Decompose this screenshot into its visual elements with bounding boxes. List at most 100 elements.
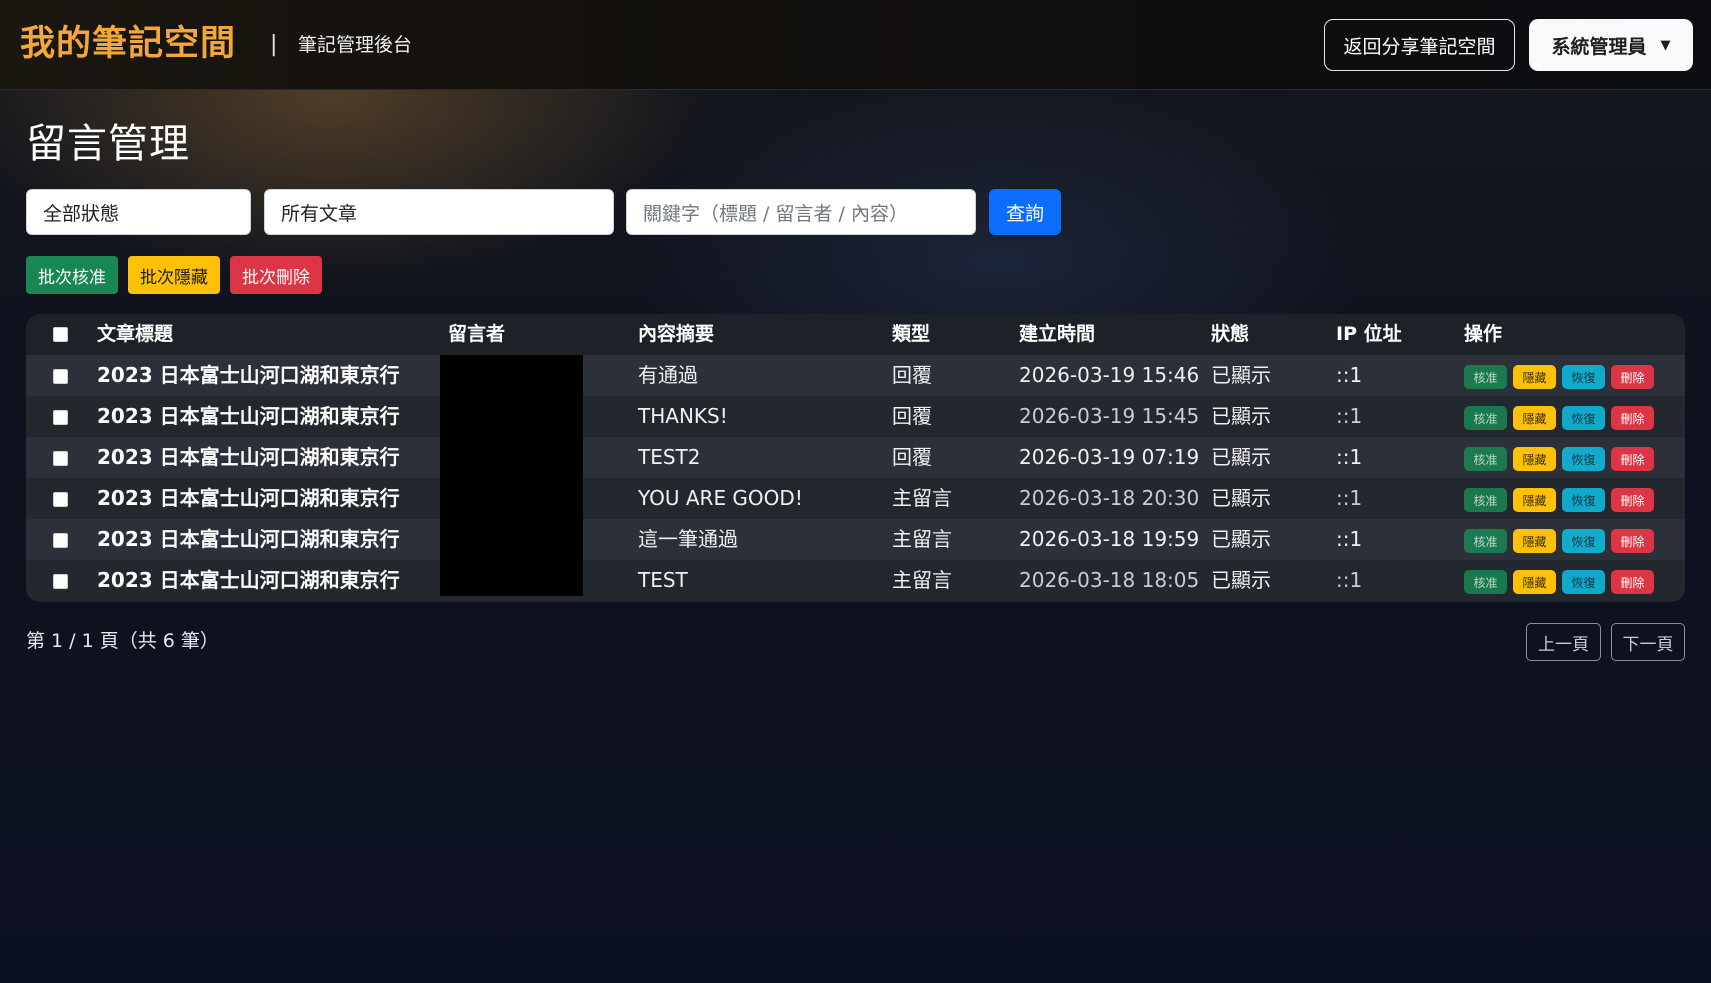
restore-button[interactable]: 恢復 [1562,570,1605,594]
row-status: 已顯示 [1211,445,1271,469]
brand-title[interactable]: 我的筆記空間 [20,22,236,66]
table-row: 2023 日本富士山河口湖和東京行 有通過 回覆 2026-03-19 15:4… [26,355,1685,396]
header-status: 狀態 [1211,323,1250,345]
row-status: 已顯示 [1211,404,1271,428]
header-summary: 內容摘要 [638,323,715,345]
delete-button[interactable]: 刪除 [1611,447,1654,471]
hide-button[interactable]: 隱藏 [1513,529,1556,553]
batch-approve-button[interactable]: 批次核准 [26,256,118,294]
delete-button[interactable]: 刪除 [1611,365,1654,389]
back-to-notes-button[interactable]: 返回分享筆記空間 [1324,19,1515,71]
row-checkbox[interactable] [53,451,68,466]
approve-button[interactable]: 核准 [1464,570,1507,594]
table-row: 2023 日本富士山河口湖和東京行 這一筆通過 主留言 2026-03-18 1… [26,519,1685,560]
row-type: 主留言 [892,486,952,510]
row-status: 已顯示 [1211,363,1271,387]
row-summary: TEST [638,568,688,592]
approve-button[interactable]: 核准 [1464,365,1507,389]
row-title[interactable]: 2023 日本富士山河口湖和東京行 [97,519,400,560]
hide-button[interactable]: 隱藏 [1513,406,1556,430]
row-status: 已顯示 [1211,527,1271,551]
header-ip: IP 位址 [1336,323,1402,345]
row-title[interactable]: 2023 日本富士山河口湖和東京行 [97,478,400,519]
table-row: 2023 日本富士山河口湖和東京行 THANKS! 回覆 2026-03-19 … [26,396,1685,437]
table-row: 2023 日本富士山河口湖和東京行 YOU ARE GOOD! 主留言 2026… [26,478,1685,519]
hide-button[interactable]: 隱藏 [1513,488,1556,512]
hide-button[interactable]: 隱藏 [1513,570,1556,594]
approve-button[interactable]: 核准 [1464,447,1507,471]
row-title[interactable]: 2023 日本富士山河口湖和東京行 [97,560,400,601]
pagination-info: 第 1 / 1 頁（共 6 筆） [26,630,219,652]
hide-button[interactable]: 隱藏 [1513,365,1556,389]
row-created: 2026-03-18 19:59 [1019,527,1200,551]
row-type: 主留言 [892,568,952,592]
header-created: 建立時間 [1019,323,1096,345]
page-title: 留言管理 [26,121,190,167]
query-button[interactable]: 查詢 [989,189,1061,235]
row-summary: 這一筆通過 [638,527,738,551]
delete-button[interactable]: 刪除 [1611,529,1654,553]
article-filter-select[interactable]: 所有文章 [264,189,614,235]
row-checkbox[interactable] [53,533,68,548]
row-type: 主留言 [892,527,952,551]
row-ip: ::1 [1336,363,1363,387]
approve-button[interactable]: 核准 [1464,488,1507,512]
delete-button[interactable]: 刪除 [1611,406,1654,430]
row-type: 回覆 [892,363,932,387]
row-summary: YOU ARE GOOD! [638,486,803,510]
restore-button[interactable]: 恢復 [1562,406,1605,430]
row-summary: 有通過 [638,363,698,387]
row-title[interactable]: 2023 日本富士山河口湖和東京行 [97,355,400,396]
batch-hide-button[interactable]: 批次隱藏 [128,256,220,294]
brand-separator: | [270,32,278,57]
row-created: 2026-03-18 18:05 [1019,568,1200,592]
row-checkbox[interactable] [53,410,68,425]
row-title[interactable]: 2023 日本富士山河口湖和東京行 [97,396,400,437]
row-summary: TEST2 [638,445,701,469]
user-menu-button[interactable]: 系統管理員 ▼ [1529,19,1693,71]
header-type: 類型 [892,323,931,345]
restore-button[interactable]: 恢復 [1562,529,1605,553]
delete-button[interactable]: 刪除 [1611,570,1654,594]
row-title[interactable]: 2023 日本富士山河口湖和東京行 [97,437,400,478]
table-row: 2023 日本富士山河口湖和東京行 TEST2 回覆 2026-03-19 07… [26,437,1685,478]
row-ip: ::1 [1336,486,1363,510]
row-checkbox[interactable] [53,574,68,589]
row-ip: ::1 [1336,527,1363,551]
row-ip: ::1 [1336,445,1363,469]
caret-down-icon: ▼ [1660,37,1671,53]
row-created: 2026-03-19 07:19 [1019,445,1200,469]
top-navbar: 我的筆記空間 | 筆記管理後台 返回分享筆記空間 系統管理員 ▼ [0,0,1711,90]
row-created: 2026-03-18 20:30 [1019,486,1200,510]
row-checkbox[interactable] [53,369,68,384]
row-ip: ::1 [1336,568,1363,592]
select-all-checkbox[interactable] [53,327,68,342]
row-created: 2026-03-19 15:45 [1019,404,1200,428]
delete-button[interactable]: 刪除 [1611,488,1654,512]
user-menu-label: 系統管理員 [1551,35,1647,58]
table-row: 2023 日本富士山河口湖和東京行 TEST 主留言 2026-03-18 18… [26,560,1685,601]
header-actions: 操作 [1464,323,1503,345]
brand-subtitle: 筆記管理後台 [298,34,413,56]
next-page-button[interactable]: 下一頁 [1611,623,1685,661]
hide-button[interactable]: 隱藏 [1513,447,1556,471]
row-ip: ::1 [1336,404,1363,428]
batch-delete-button[interactable]: 批次刪除 [230,256,322,294]
header-title: 文章標題 [97,323,174,345]
prev-page-button[interactable]: 上一頁 [1526,623,1601,661]
table-header: 文章標題 留言者 內容摘要 類型 建立時間 狀態 IP 位址 操作 [26,314,1685,355]
redacted-commenter-block [440,355,583,596]
approve-button[interactable]: 核准 [1464,406,1507,430]
row-status: 已顯示 [1211,486,1271,510]
row-checkbox[interactable] [53,492,68,507]
restore-button[interactable]: 恢復 [1562,488,1605,512]
status-filter-select[interactable]: 全部狀態 [26,189,251,235]
row-type: 回覆 [892,445,932,469]
restore-button[interactable]: 恢復 [1562,447,1605,471]
keyword-search-input[interactable]: 關鍵字（標題 / 留言者 / 內容） [626,189,976,235]
row-status: 已顯示 [1211,568,1271,592]
row-summary: THANKS! [638,404,728,428]
comments-table: 文章標題 留言者 內容摘要 類型 建立時間 狀態 IP 位址 操作 2023 日… [26,314,1685,602]
restore-button[interactable]: 恢復 [1562,365,1605,389]
approve-button[interactable]: 核准 [1464,529,1507,553]
